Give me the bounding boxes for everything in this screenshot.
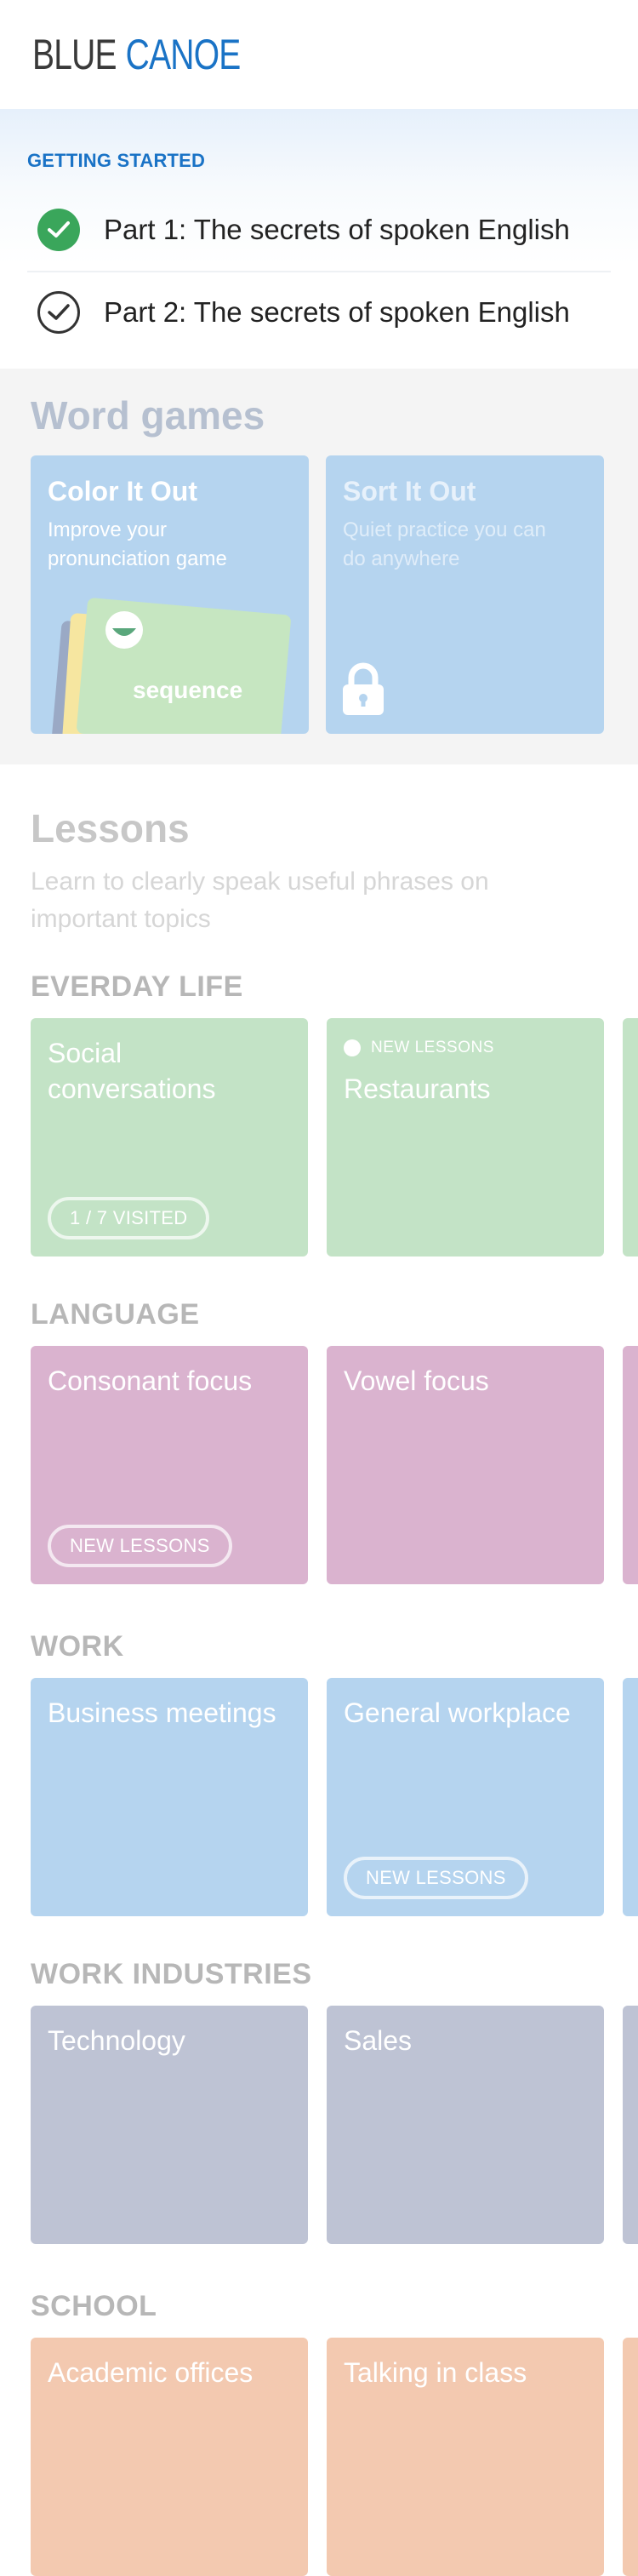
- lesson-category: WORK Business meetings General workplace NE…: [0, 1630, 638, 1916]
- category-label: WORK INDUSTRIES: [31, 1958, 312, 1990]
- check-circle-filled-icon: [37, 209, 80, 251]
- lesson-tile-title: Vowel focus: [344, 1365, 489, 1396]
- game-card-subtitle: Improve your pronunciation game: [48, 518, 227, 570]
- lesson-tile-title: Business meetings: [48, 1697, 276, 1728]
- word-games-title: Word games: [31, 393, 265, 438]
- getting-started-item-label: Part 1: The secrets of spoken English: [104, 214, 570, 245]
- next-tile-peek[interactable]: [623, 1346, 638, 1584]
- flashcards-illustration: sequence: [51, 598, 291, 734]
- lesson-tile[interactable]: Academic offices: [31, 2338, 308, 2576]
- getting-started-item-label: Part 2: The secrets of spoken English: [104, 296, 570, 328]
- lesson-tile-title: Sales: [344, 2025, 413, 2056]
- lesson-category: SCHOOL Academic offices Talking in class: [0, 2290, 638, 2576]
- getting-started-section: GETTING STARTED Part 1: The secrets of s…: [0, 109, 638, 369]
- lesson-tile[interactable]: Talking in class: [327, 2338, 604, 2576]
- lessons-header: Lessons Learn to clearly speak useful ph…: [0, 764, 638, 938]
- lessons-title: Lessons: [31, 806, 190, 850]
- category-tile-row: Academic offices Talking in class: [31, 2338, 638, 2576]
- lock-icon: [343, 662, 384, 715]
- new-lessons-tag-label: NEW LESSONS: [371, 1039, 494, 1056]
- lesson-tile[interactable]: General workplace NEW LESSONS: [327, 1678, 604, 1916]
- lesson-category: EVERDAY LIFE Social conversations 1 / 7 VI…: [0, 970, 638, 1257]
- lessons-subtitle: Learn to clearly speak useful phrases on…: [31, 867, 489, 933]
- lesson-tile-title: Talking in class: [344, 2357, 527, 2388]
- category-tile-row: Social conversations 1 / 7 VISITED NEW LES…: [31, 1018, 638, 1257]
- category-tile-row: Technology Sales: [31, 2006, 638, 2244]
- category-label: EVERDAY LIFE: [31, 970, 243, 1003]
- lesson-tile[interactable]: Business meetings: [31, 1678, 308, 1916]
- lesson-tile[interactable]: Vowel focus: [327, 1346, 604, 1584]
- category-tile-row: Business meetings General workplace NEW LE…: [31, 1678, 638, 1916]
- lesson-tile-status-pill: 1 / 7 VISITED: [48, 1197, 210, 1239]
- next-tile-peek[interactable]: [623, 1018, 638, 1257]
- lesson-tile-title: Consonant focus: [48, 1365, 253, 1396]
- new-lessons-tag: NEW LESSONS: [344, 1039, 587, 1057]
- getting-started-item-part1[interactable]: Part 1: The secrets of spoken English: [27, 189, 611, 271]
- next-tile-peek[interactable]: [623, 1678, 638, 1916]
- category-label: SCHOOL: [31, 2290, 157, 2322]
- lesson-category: LANGUAGE Consonant focus NEW LESSONS Vowel …: [0, 1298, 638, 1584]
- lesson-tile[interactable]: Consonant focus NEW LESSONS: [31, 1346, 308, 1584]
- category-label: WORK: [31, 1630, 124, 1663]
- game-card-title: Color It Out: [48, 476, 197, 507]
- lesson-tile-title: Restaurants: [344, 1073, 491, 1104]
- lesson-tile[interactable]: Social conversations 1 / 7 VISITED: [31, 1018, 308, 1257]
- next-tile-peek[interactable]: [623, 2006, 638, 2244]
- logo-word-canoe: CANOE: [125, 31, 242, 78]
- next-tile-peek[interactable]: [623, 2338, 638, 2576]
- app-header: BLUE CANOE: [0, 0, 638, 109]
- blue-canoe-logo[interactable]: BLUE CANOE: [32, 30, 242, 79]
- lesson-tile-title: Academic offices: [48, 2357, 253, 2388]
- check-circle-outline-icon: [37, 291, 80, 334]
- game-card-subtitle: Quiet practice you can do anywhere: [343, 518, 546, 570]
- logo-word-blue: BLUE: [32, 31, 117, 78]
- dot-icon: [344, 1039, 361, 1056]
- category-label: LANGUAGE: [31, 1298, 200, 1331]
- lesson-tile-status-pill: NEW LESSONS: [344, 1857, 528, 1899]
- lesson-tile-title: Technology: [48, 2025, 185, 2056]
- lesson-tile-status-pill: NEW LESSONS: [48, 1525, 232, 1567]
- illustration-word: sequence: [133, 677, 242, 703]
- getting-started-item-part2[interactable]: Part 2: The secrets of spoken English: [27, 271, 611, 352]
- getting-started-title: GETTING STARTED: [27, 150, 206, 171]
- lesson-tile-title: Social conversations: [48, 1038, 216, 1104]
- lesson-tile-title: General workplace: [344, 1697, 571, 1728]
- lesson-category: WORK INDUSTRIES Technology Sales: [0, 1958, 638, 2244]
- game-card-sort-it-out[interactable]: Sort It Out Quiet practice you can do an…: [326, 455, 604, 734]
- lesson-tile[interactable]: Technology: [31, 2006, 308, 2244]
- lesson-tile[interactable]: NEW LESSONS Restaurants: [327, 1018, 604, 1257]
- category-tile-row: Consonant focus NEW LESSONS Vowel focus: [31, 1346, 638, 1584]
- game-card-title: Sort It Out: [343, 476, 476, 507]
- game-card-color-it-out[interactable]: Color It Out Improve your pronunciation …: [31, 455, 309, 734]
- lesson-tile[interactable]: Sales: [327, 2006, 604, 2244]
- word-games-section: Word games Color It Out Improve your pro…: [0, 369, 638, 764]
